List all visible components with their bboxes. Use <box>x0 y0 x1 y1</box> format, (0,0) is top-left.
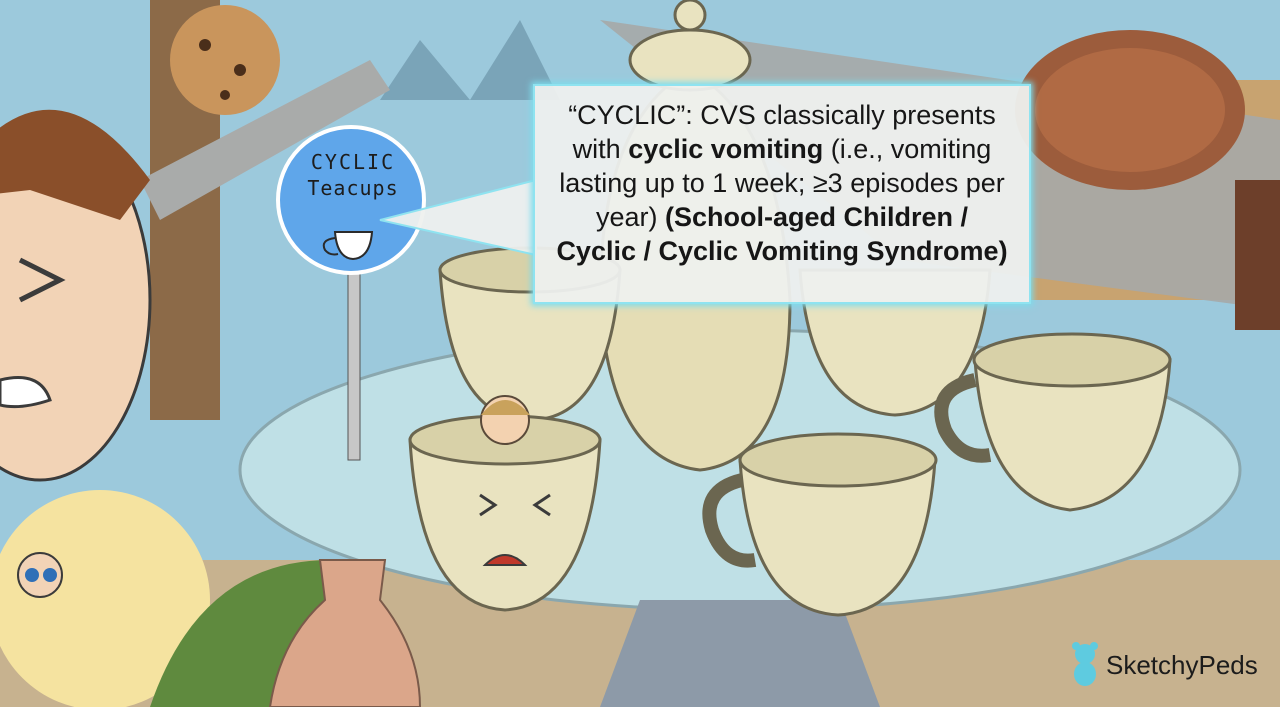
brand-name: SketchyPeds <box>1106 649 1258 680</box>
sign-title: CYCLIC <box>310 150 396 174</box>
brand-logo: SketchyPeds <box>1070 640 1258 690</box>
sign-text: CYCLIC Teacups <box>282 150 424 200</box>
slide: CYCLIC Teacups “CYCLIC”: CVS classically… <box>0 0 1280 707</box>
callout-box: “CYCLIC”: CVS classically presents with … <box>533 84 1031 304</box>
callout-text-2: cyclic vomiting <box>628 134 824 164</box>
teddy-bear-icon <box>1072 642 1098 686</box>
sign-subtitle: Teacups <box>307 176 399 200</box>
